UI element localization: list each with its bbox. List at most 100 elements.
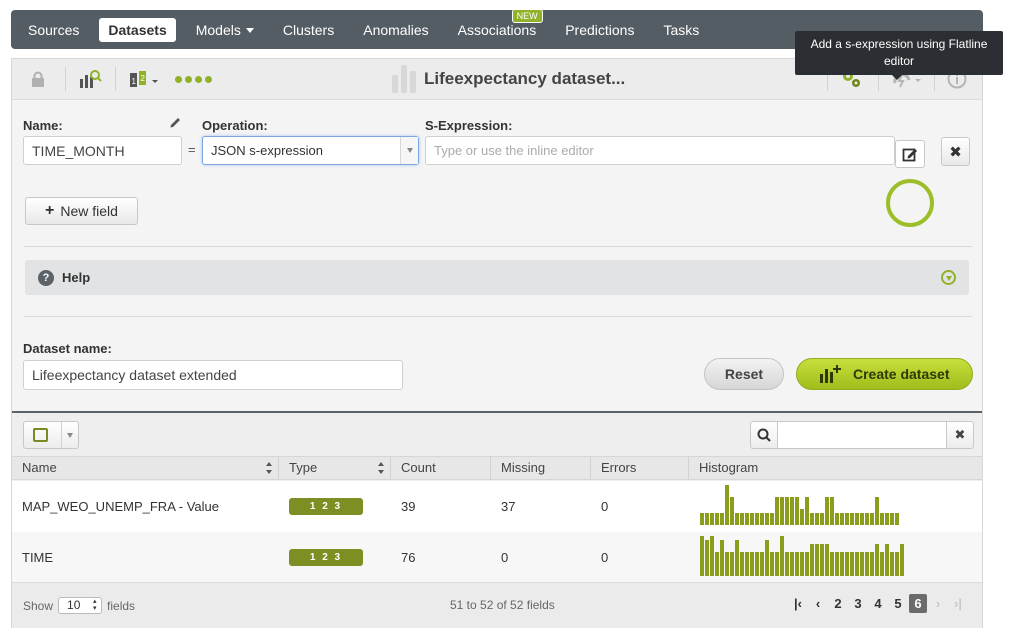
histogram-bar (735, 513, 739, 525)
field-errors: 0 (601, 550, 609, 565)
histogram-bar (865, 513, 869, 525)
svg-text:1: 1 (132, 77, 137, 86)
page-link[interactable]: 4 (869, 594, 887, 613)
operation-select[interactable]: JSON s-expression (202, 136, 419, 165)
divider (61, 422, 62, 448)
lock-icon[interactable] (28, 67, 48, 91)
histogram-bar (775, 552, 779, 576)
help-question-icon: ? (38, 269, 54, 286)
histogram-bar (735, 540, 739, 576)
dataset-stats-icon[interactable] (77, 67, 103, 91)
reset-button[interactable]: Reset (704, 358, 784, 390)
histogram-bar (805, 552, 809, 576)
dataset-name-value: Lifeexpectancy dataset extended (32, 367, 237, 383)
sort-icon[interactable] (266, 462, 273, 474)
numeric-type-badge: 1 2 3 (289, 549, 363, 566)
nav-associations[interactable]: Associations NEW (449, 8, 546, 42)
histogram-bar (885, 513, 889, 525)
nav-sources[interactable]: Sources (19, 18, 88, 42)
histogram-bar (830, 497, 834, 525)
page-size-control: Show 10 fields (23, 597, 135, 614)
first-page-icon[interactable]: |‹ (789, 594, 807, 613)
field-missing: 0 (501, 550, 509, 565)
expand-toggle-icon[interactable] (941, 270, 956, 285)
sort-icon[interactable] (378, 462, 385, 474)
histogram-bar (880, 513, 884, 525)
histogram-bar (750, 552, 754, 576)
histogram-bar (835, 513, 839, 525)
histogram-bar (720, 540, 724, 576)
histogram[interactable] (700, 536, 904, 576)
nav-datasets-label: Datasets (108, 21, 167, 38)
field-name-input[interactable]: TIME_MONTH (23, 136, 182, 165)
table-row[interactable]: TIME 1 2 3 76 0 0 (12, 532, 982, 583)
field-errors: 0 (601, 499, 609, 514)
histogram-bar (880, 552, 884, 576)
histogram-bar (860, 513, 864, 525)
histogram-bar (780, 536, 784, 576)
nav-clusters[interactable]: Clusters (274, 18, 343, 42)
page-link[interactable]: 2 (829, 594, 847, 613)
current-page[interactable]: 6 (909, 594, 927, 613)
histogram-bar (810, 513, 814, 525)
histogram-bar (840, 513, 844, 525)
nav-tasks-label: Tasks (663, 21, 700, 38)
help-panel[interactable]: ? Help (25, 260, 969, 295)
histogram-bar (760, 513, 764, 525)
histogram-bar (845, 513, 849, 525)
configure-dataset-icon[interactable]: 12 (127, 67, 161, 91)
nav-anomalies-label: Anomalies (363, 21, 429, 38)
nav-datasets[interactable]: Datasets (99, 17, 176, 42)
flatline-editor-button[interactable] (895, 140, 925, 168)
column-header-missing: Missing (491, 457, 591, 479)
column-header-type[interactable]: Type (279, 457, 391, 479)
operation-value: JSON s-expression (211, 143, 323, 158)
nav-models[interactable]: Models (187, 18, 263, 42)
histogram-bar (875, 497, 879, 525)
histogram-bar (835, 552, 839, 576)
histogram-bar (700, 513, 704, 525)
table-toolbar: ✖ (12, 413, 982, 456)
create-dataset-button[interactable]: Create dataset (796, 358, 973, 390)
nav-anomalies[interactable]: Anomalies (354, 18, 437, 42)
histogram-bar (755, 513, 759, 525)
histogram-bar (790, 552, 794, 576)
histogram-bar (725, 552, 729, 576)
dataset-name-input[interactable]: Lifeexpectancy dataset extended (23, 360, 403, 390)
remove-field-button[interactable]: ✖ (941, 137, 970, 166)
select-fields-button[interactable] (23, 421, 79, 449)
table-header: Name Type Count Missing Errors Histogram (12, 456, 982, 480)
column-header-name[interactable]: Name (12, 457, 279, 479)
histogram-bar (730, 552, 734, 576)
histogram-bar (890, 552, 894, 576)
histogram-bar (825, 497, 829, 525)
histogram-bar (770, 513, 774, 525)
nav-clusters-label: Clusters (282, 21, 335, 38)
histogram-bar (870, 552, 874, 576)
plus-icon: + (45, 202, 55, 219)
clear-search-button[interactable]: ✖ (946, 421, 974, 449)
page-link[interactable]: 3 (849, 594, 867, 613)
nav-predictions[interactable]: Predictions (556, 18, 643, 42)
table-row[interactable]: MAP_WEO_UNEMP_FRA - Value 1 2 3 39 37 0 (12, 481, 982, 532)
table-footer: Show 10 fields 51 to 52 of 52 fields |‹ … (12, 582, 982, 628)
histogram-bar (800, 509, 804, 525)
pencil-icon[interactable] (169, 116, 182, 132)
histogram[interactable] (700, 485, 899, 525)
page-link[interactable]: 5 (889, 594, 907, 613)
search-icon[interactable] (750, 421, 778, 449)
prev-page-icon[interactable]: ‹ (809, 594, 827, 613)
page-size-select[interactable]: 10 (58, 597, 103, 614)
histogram-bar (780, 497, 784, 525)
field-type: 1 2 3 (279, 532, 363, 583)
histogram-bar (815, 544, 819, 576)
histogram-bar (745, 552, 749, 576)
histogram-bar (850, 513, 854, 525)
histogram-bar (820, 513, 824, 525)
search-input[interactable] (777, 421, 947, 449)
highlight-ring (886, 179, 934, 227)
nav-tasks[interactable]: Tasks (654, 18, 708, 42)
histogram-bar (865, 552, 869, 576)
sexpression-input[interactable]: Type or use the inline editor (425, 136, 895, 165)
new-field-button[interactable]: + New field (25, 197, 138, 225)
